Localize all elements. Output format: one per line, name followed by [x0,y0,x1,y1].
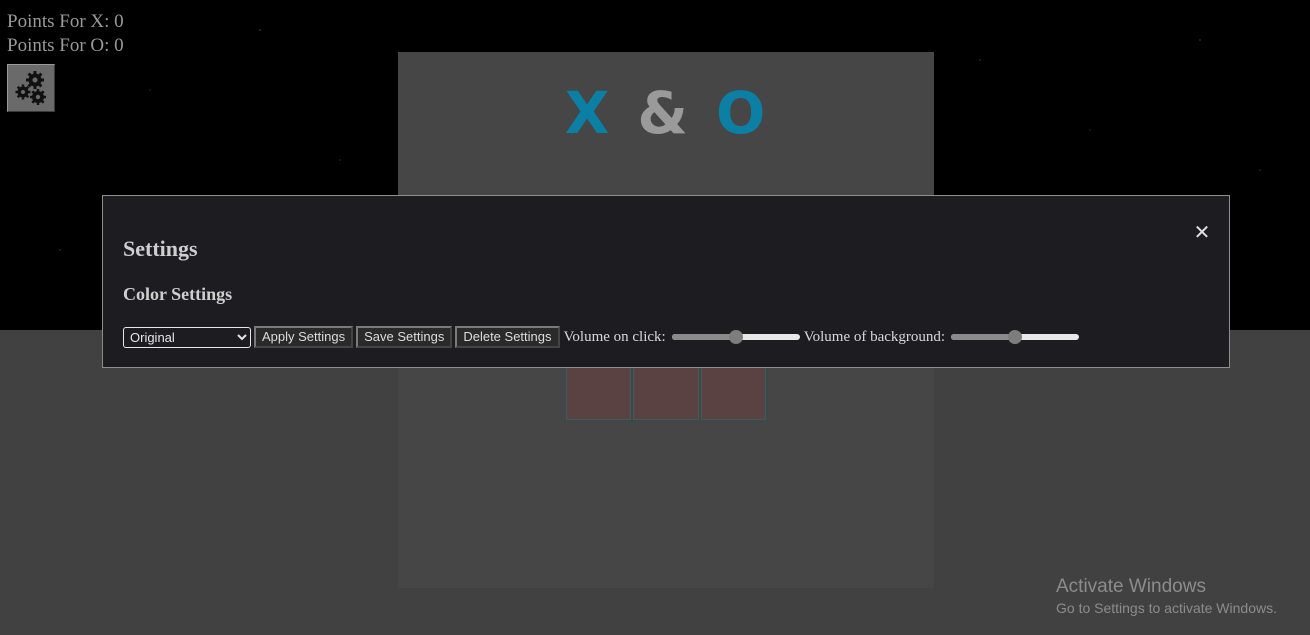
score-o: Points For O: 0 [7,35,124,56]
slider-fill [671,334,736,340]
game-title: X & O [398,78,934,148]
volume-click-label: Volume on click: [563,328,666,345]
watermark-subtitle: Go to Settings to activate Windows. [1056,600,1277,616]
delete-settings-button[interactable]: Delete Settings [455,326,560,348]
activation-watermark: Activate Windows Go to Settings to activ… [1056,576,1277,618]
save-settings-button[interactable]: Save Settings [356,326,453,348]
apply-settings-button[interactable]: Apply Settings [254,326,354,348]
theme-select[interactable]: Original [123,326,251,348]
slider-thumb[interactable] [728,330,743,344]
title-x: X [564,79,612,147]
volume-background-slider[interactable] [951,326,1080,348]
close-icon[interactable]: ✕ [1193,220,1211,244]
settings-modal: Settings ✕ Color Settings Original Apply… [102,195,1230,368]
volume-background-label: Volume of background: [803,328,946,345]
watermark-title: Activate Windows [1056,576,1206,597]
title-ampersand: & [637,79,690,147]
modal-title: Settings [123,236,198,261]
settings-button[interactable] [7,64,55,112]
slider-fill [951,334,1016,340]
volume-click-slider[interactable] [671,326,800,348]
slider-thumb[interactable] [1008,330,1023,344]
title-o: O [716,79,768,147]
score-x: Points For X: 0 [7,11,124,32]
color-settings-heading: Color Settings [123,284,233,304]
settings-controls: Original Apply Settings Save Settings De… [123,326,1080,348]
gears-icon [15,71,46,105]
